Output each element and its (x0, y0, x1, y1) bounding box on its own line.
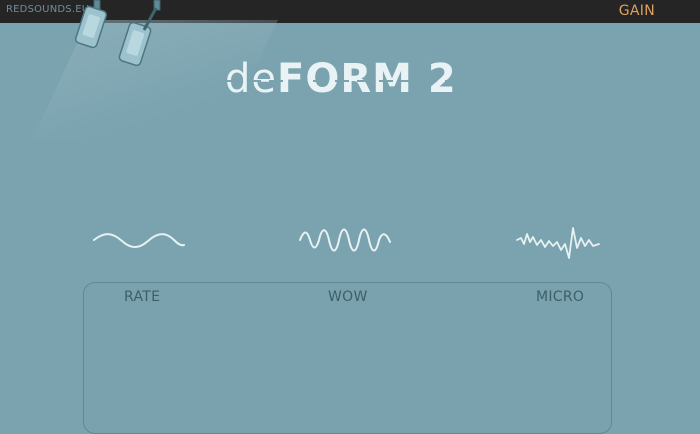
rate-label: RATE (124, 289, 161, 305)
wow-wave-icon (299, 228, 391, 252)
wow-label: WOW (328, 289, 368, 305)
logo-strike-line (225, 80, 460, 82)
rate-wave-icon (93, 233, 185, 248)
gain-control[interactable]: GAIN (619, 3, 655, 19)
micro-wave-icon (516, 227, 600, 259)
microphone-icon (74, 0, 161, 67)
logo-main: FORM 2 (277, 56, 457, 102)
logo-prefix: de (225, 56, 277, 102)
micro-label: MICRO (536, 289, 585, 305)
